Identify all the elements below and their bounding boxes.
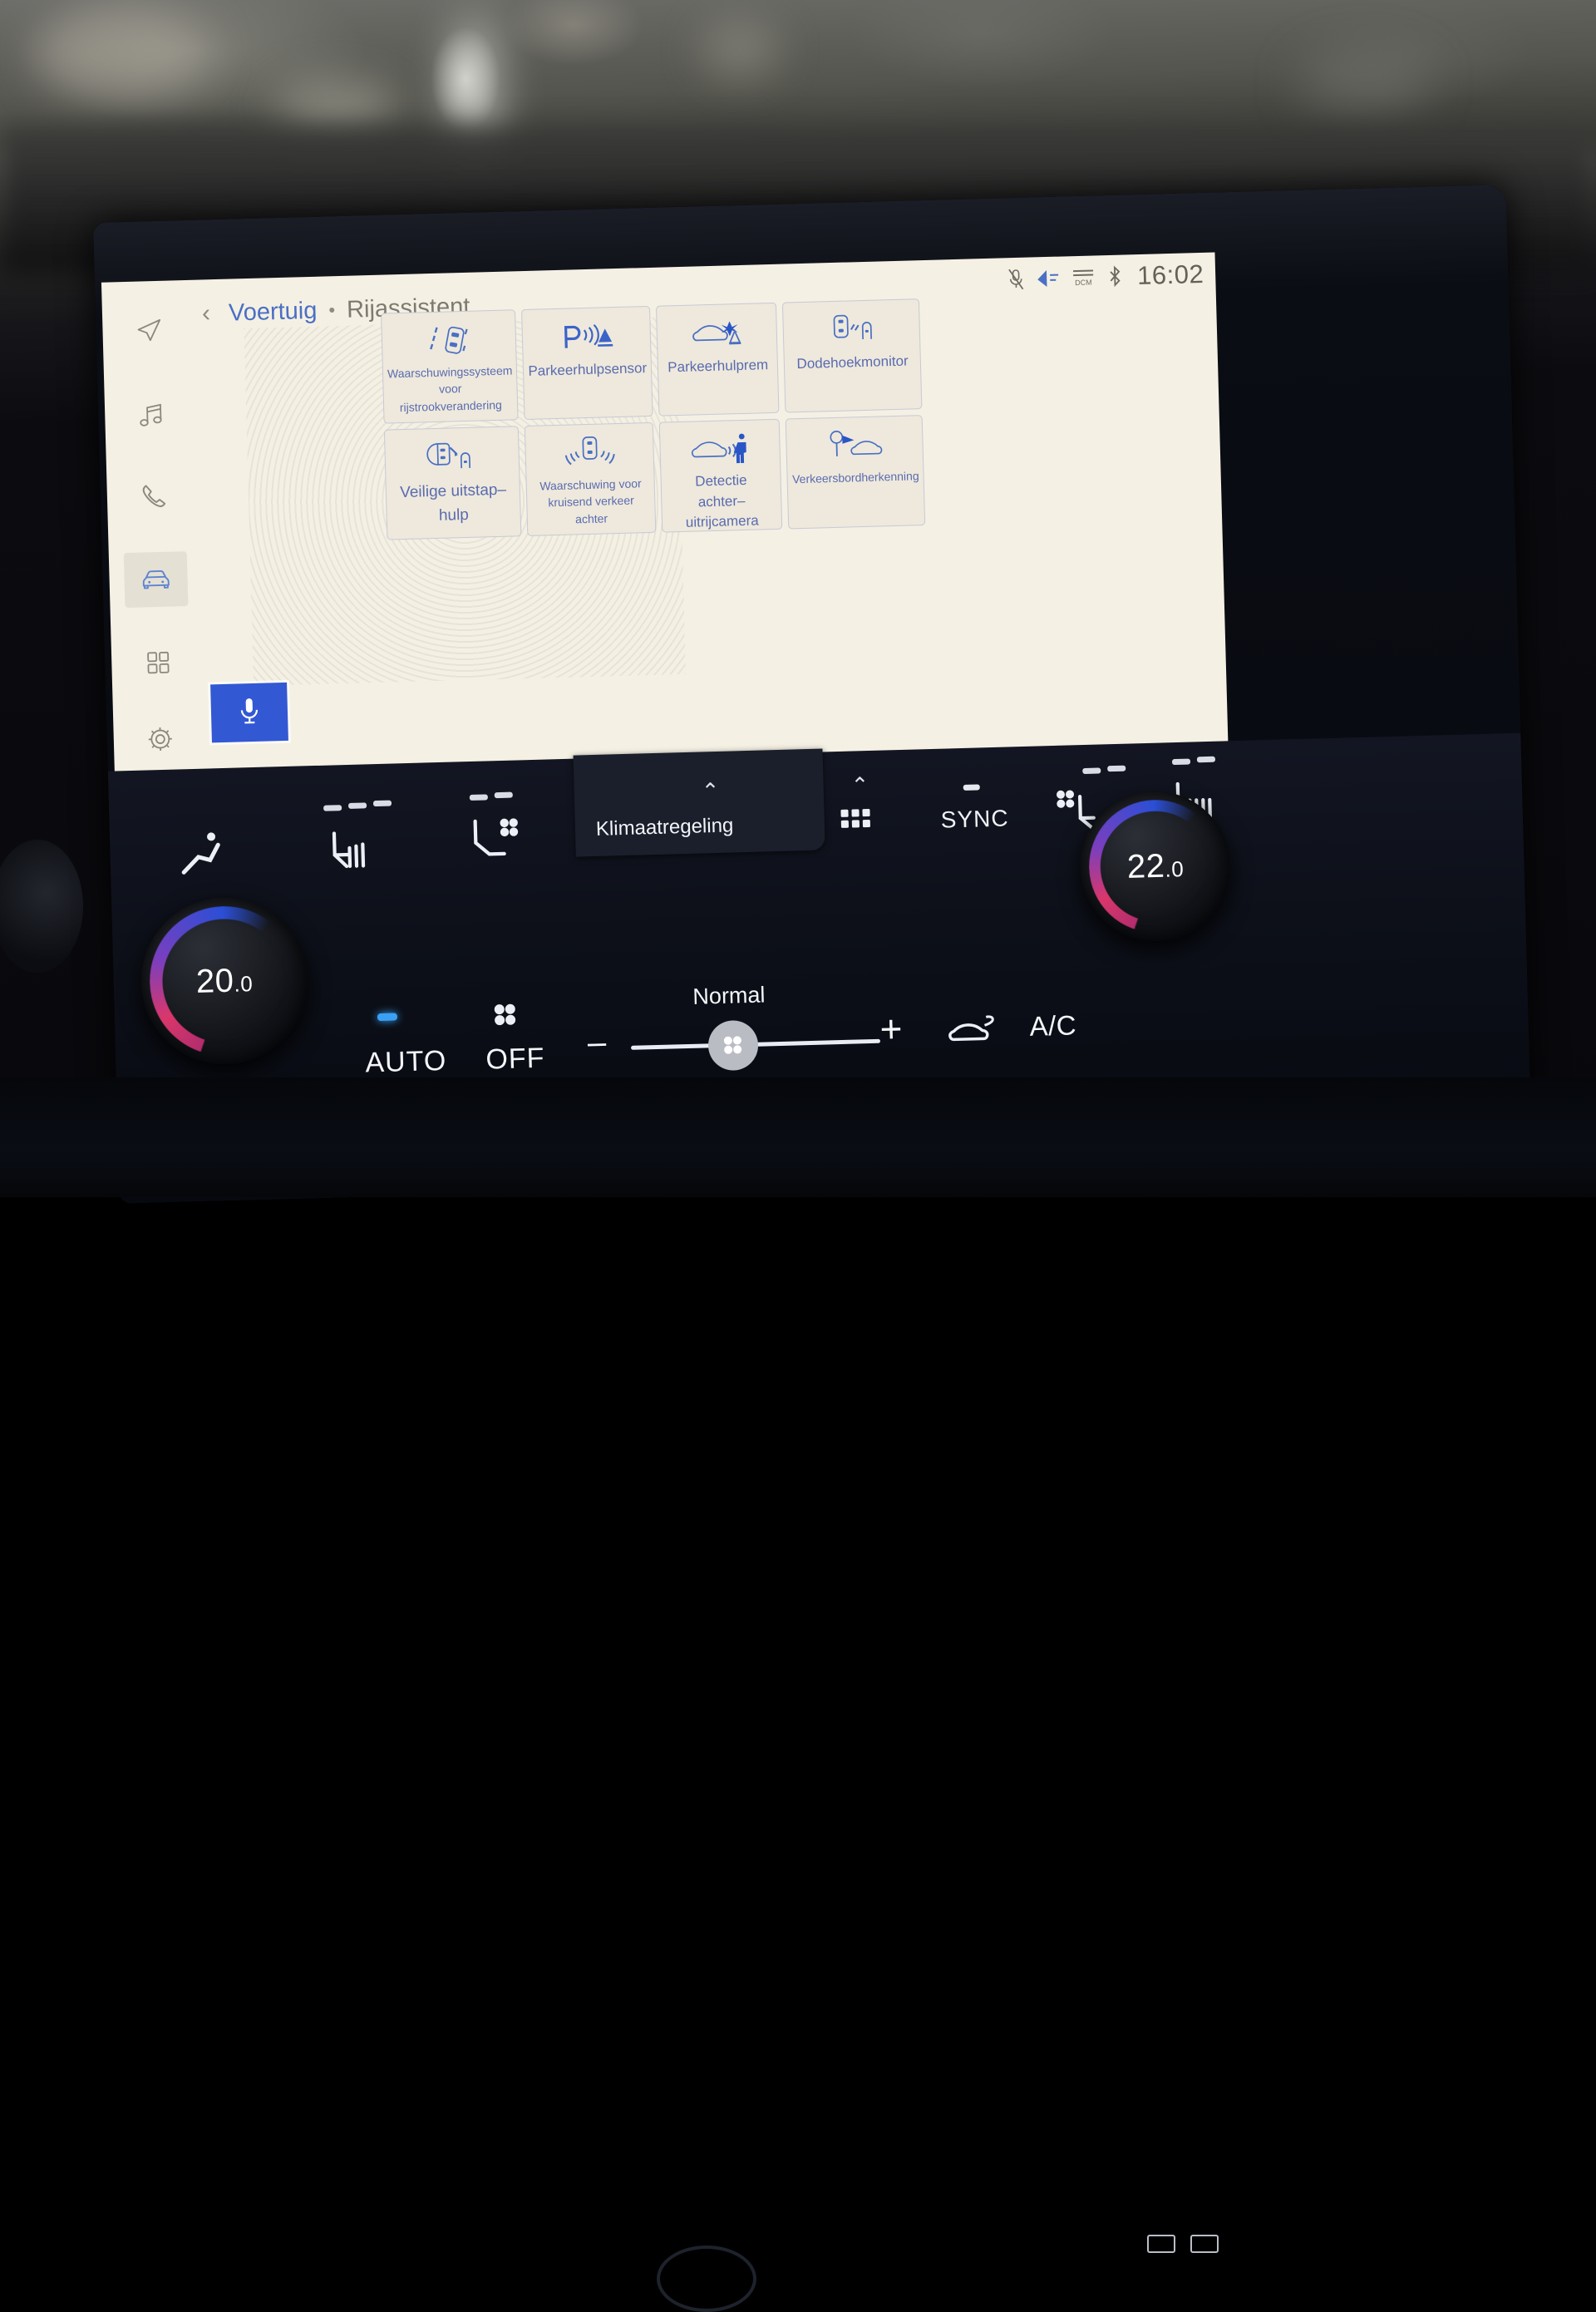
tile-label: Verkeersbordherkenning bbox=[788, 467, 924, 488]
bokeh-blur bbox=[1297, 50, 1430, 116]
microphone-icon bbox=[236, 693, 262, 732]
rear-cross-traffic-icon bbox=[562, 434, 618, 472]
klimaatregeling-label[interactable]: Klimaatregeling bbox=[596, 814, 734, 841]
fan-decrease-button[interactable]: – bbox=[587, 1024, 606, 1062]
ac-button[interactable]: A/C bbox=[1029, 1009, 1077, 1043]
left-temperature-value: 20.0 bbox=[195, 962, 253, 1001]
navigation-arrow-icon bbox=[132, 313, 166, 351]
tile-rear-camera-detection[interactable]: Detectieachter–uitrijcamera bbox=[659, 419, 783, 533]
rear-heat-indicator bbox=[1197, 757, 1215, 763]
driver-assist-tile-grid: Waarschuwingssysteemvoor rijstrookverand… bbox=[381, 298, 925, 540]
chevron-up-icon[interactable]: ⌃ bbox=[701, 778, 720, 805]
voice-assistant-button[interactable] bbox=[210, 683, 288, 742]
rear-defroster-icon[interactable] bbox=[1190, 2235, 1219, 2253]
sidebar-item-media[interactable] bbox=[119, 388, 184, 445]
defroster-buttons bbox=[1147, 2235, 1219, 2253]
chevron-up-icon[interactable]: ⌃ bbox=[850, 772, 869, 799]
lane-change-warning-icon bbox=[426, 322, 472, 359]
tile-lane-change-warning[interactable]: Waarschuwingssysteemvoor rijstrookverand… bbox=[381, 309, 519, 423]
vent-level-indicator bbox=[470, 794, 488, 801]
seat-heater-icon[interactable] bbox=[324, 826, 381, 879]
sync-button[interactable]: SYNC bbox=[940, 805, 1009, 833]
bokeh-blur bbox=[33, 8, 208, 100]
tile-label: Parkeerhulpsensor bbox=[524, 358, 651, 382]
fan-off-button[interactable]: OFF bbox=[485, 1043, 545, 1077]
car-front-icon bbox=[139, 560, 173, 599]
front-defroster-icon[interactable] bbox=[1147, 2235, 1175, 2253]
traffic-sign-recognition-icon bbox=[824, 426, 886, 465]
fan-increase-button[interactable]: + bbox=[879, 1006, 903, 1052]
phone-icon bbox=[136, 479, 170, 517]
fan-mode-label: Normal bbox=[692, 982, 766, 1009]
tile-label: Veilige uitstap–hulp bbox=[396, 479, 511, 530]
svg-text:DCM: DCM bbox=[1075, 279, 1092, 288]
back-button[interactable]: ‹ bbox=[195, 301, 218, 327]
apps-grid-small-icon[interactable] bbox=[839, 807, 873, 836]
rear-camera-detection-icon bbox=[688, 431, 752, 467]
sidebar-item-apps[interactable] bbox=[126, 636, 191, 693]
lower-dial[interactable] bbox=[657, 2245, 756, 2312]
right-temperature-value: 22.0 bbox=[1126, 847, 1184, 886]
tile-traffic-sign-recognition[interactable]: Verkeersbordherkenning bbox=[786, 415, 925, 529]
right-seat-heat-indicator bbox=[1107, 766, 1126, 772]
breadcrumb-parent[interactable]: Voertuig bbox=[229, 297, 318, 327]
tile-rear-cross-traffic-warning[interactable]: Waarschuwing voorkruisend verkeer achter bbox=[525, 422, 656, 536]
rear-heat-indicator bbox=[1172, 759, 1190, 766]
seat-ventilation-icon[interactable] bbox=[466, 813, 523, 866]
tile-label: Detectieachter–uitrijcamera bbox=[662, 470, 782, 535]
sidebar-item-settings[interactable] bbox=[128, 712, 193, 769]
fan-speed-slider-knob[interactable] bbox=[707, 1020, 759, 1072]
right-seat-heat-indicator bbox=[1082, 767, 1101, 774]
tile-parking-sensor[interactable]: Parkeerhulpsensor bbox=[521, 306, 653, 420]
tile-label: Waarschuwingssysteemvoor rijstrookverand… bbox=[383, 362, 518, 416]
tile-blind-spot-monitor[interactable]: Dodehoekmonitor bbox=[782, 298, 922, 412]
blind-spot-monitor-icon bbox=[824, 310, 879, 348]
tile-safe-exit-assist[interactable]: Veilige uitstap–hulp bbox=[384, 426, 522, 540]
sidebar-item-phone[interactable] bbox=[121, 470, 186, 526]
seat-position-icon[interactable] bbox=[175, 823, 236, 885]
bokeh-blur bbox=[274, 79, 399, 137]
fan-icon bbox=[490, 1001, 521, 1033]
tile-label: Parkeerhulprem bbox=[663, 355, 773, 378]
navigation-arrow-icon bbox=[1036, 269, 1060, 289]
heat-level-indicator bbox=[373, 801, 392, 807]
tile-label: Dodehoekmonitor bbox=[792, 351, 913, 375]
recirculation-icon[interactable] bbox=[946, 1011, 1012, 1053]
sidebar-item-navigation[interactable] bbox=[117, 303, 182, 360]
parking-brake-assist-icon bbox=[687, 314, 746, 352]
sidebar-item-vehicle[interactable] bbox=[124, 551, 189, 608]
sync-indicator bbox=[963, 784, 980, 791]
auto-button[interactable]: AUTO bbox=[365, 1045, 447, 1080]
status-bar: DCM 16:02 bbox=[1007, 258, 1204, 296]
music-note-icon bbox=[135, 397, 169, 436]
windscreen-pillar bbox=[449, 17, 499, 183]
tile-parking-brake-assist[interactable]: Parkeerhulprem bbox=[656, 303, 780, 417]
breadcrumb-separator: • bbox=[328, 299, 335, 321]
ivi-display: DCM 16:02 ‹ Voertuig • Rijassistent bbox=[101, 253, 1229, 781]
center-console-trim bbox=[0, 1077, 1596, 1197]
vent-level-indicator bbox=[495, 792, 513, 799]
mic-muted-icon bbox=[1007, 269, 1025, 291]
clock: 16:02 bbox=[1137, 259, 1204, 291]
bokeh-blur bbox=[702, 25, 777, 75]
apps-grid-icon bbox=[141, 645, 175, 683]
sidebar bbox=[101, 280, 208, 781]
tile-label: Waarschuwing voorkruisend verkeer achter bbox=[527, 475, 655, 529]
dcm-signal-icon: DCM bbox=[1071, 266, 1096, 288]
auto-indicator-led bbox=[377, 1013, 397, 1021]
bluetooth-icon bbox=[1107, 265, 1123, 288]
infotainment-head-unit: DCM 16:02 ‹ Voertuig • Rijassistent bbox=[93, 185, 1532, 1204]
gear-icon bbox=[143, 722, 177, 760]
safe-exit-assist-icon bbox=[426, 438, 478, 476]
heat-level-indicator bbox=[348, 802, 367, 809]
heat-level-indicator bbox=[323, 805, 342, 811]
parking-sensor-icon bbox=[559, 318, 614, 356]
